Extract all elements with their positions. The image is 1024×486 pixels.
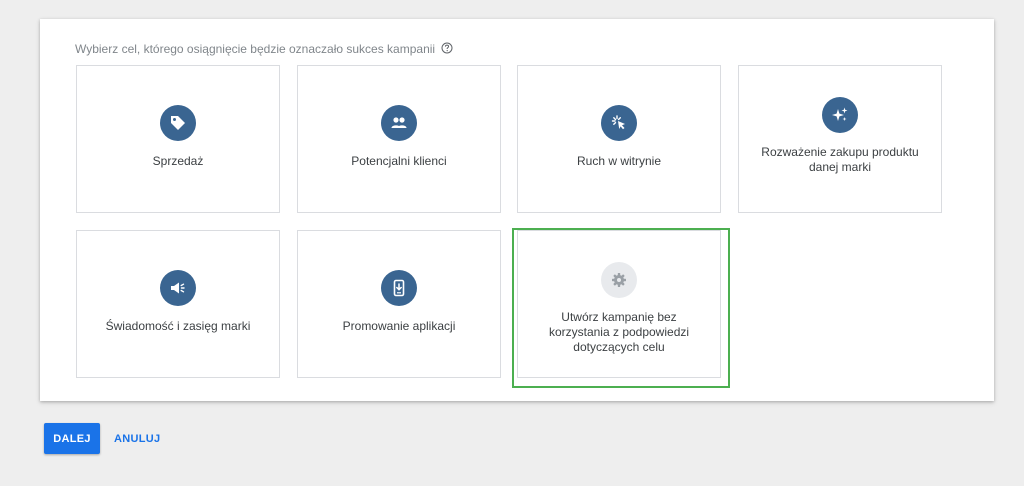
next-button[interactable]: DALEJ	[44, 423, 100, 454]
gear-icon	[601, 262, 637, 298]
goal-label: Ruch w witrynie	[576, 154, 662, 168]
goal-card-brand-awareness[interactable]: Świadomość i zasięg marki	[76, 230, 280, 378]
cursor-click-icon	[601, 105, 637, 141]
megaphone-icon	[160, 270, 196, 306]
goal-card-leads[interactable]: Potencjalni klienci	[297, 65, 501, 213]
heading: Wybierz cel, którego osiągnięcie będzie …	[75, 42, 453, 56]
goal-label: Promowanie aplikacji	[342, 319, 456, 333]
goal-label: Świadomość i zasięg marki	[105, 319, 251, 333]
tag-icon	[160, 105, 196, 141]
phone-download-icon	[381, 270, 417, 306]
people-icon	[381, 105, 417, 141]
goal-card-brand-consideration[interactable]: Rozważenie zakupu produktu danej marki	[738, 65, 942, 213]
goal-label: Utwórz kampanię bez korzystania z podpow…	[548, 310, 690, 354]
goal-card-no-guidance[interactable]: Utwórz kampanię bez korzystania z podpow…	[517, 230, 721, 378]
goal-card-website-traffic[interactable]: Ruch w witrynie	[517, 65, 721, 213]
help-circle-icon[interactable]	[441, 42, 453, 54]
heading-text: Wybierz cel, którego osiągnięcie będzie …	[75, 42, 436, 56]
goal-label: Potencjalni klienci	[351, 154, 447, 168]
goal-selection-panel: Wybierz cel, którego osiągnięcie będzie …	[40, 19, 994, 401]
goal-card-sales[interactable]: Sprzedaż	[76, 65, 280, 213]
cancel-button[interactable]: ANULUJ	[108, 423, 166, 454]
goal-label: Rozważenie zakupu produktu danej marki	[761, 145, 919, 174]
goal-card-app-promotion[interactable]: Promowanie aplikacji	[297, 230, 501, 378]
goal-label: Sprzedaż	[152, 154, 204, 168]
sparkle-icon	[822, 97, 858, 133]
